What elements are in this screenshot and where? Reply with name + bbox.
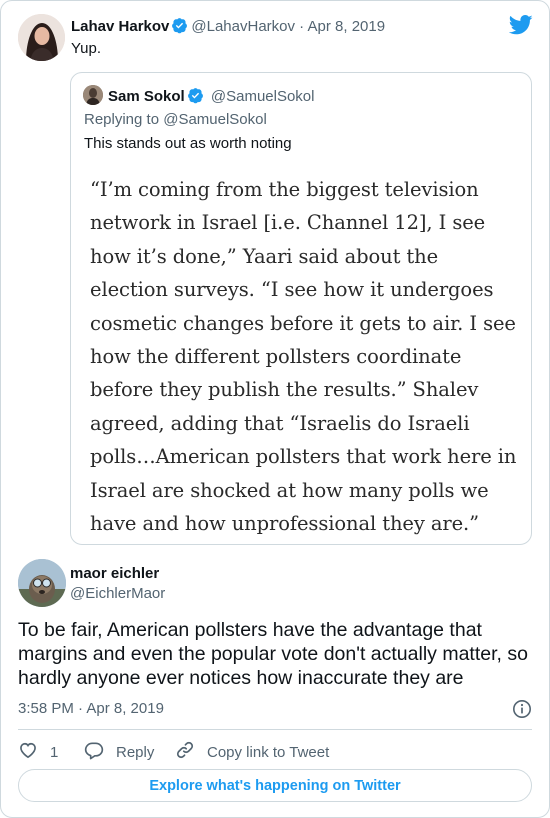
quoted-text-image[interactable]: “I’m coming from the biggest television … <box>72 163 530 543</box>
quoted-author-handle[interactable]: @SamuelSokol <box>211 88 315 105</box>
parent-tweet-text: Yup. <box>71 40 102 57</box>
embedded-tweet-card: Lahav Harkov @LahavHarkov · Apr 8, 2019 Y… <box>0 0 550 818</box>
reply-bubble-icon <box>84 740 116 764</box>
link-icon <box>175 740 207 764</box>
avatar-sam-sokol[interactable] <box>83 85 103 105</box>
quoted-tweet-header: Sam Sokol @SamuelSokol <box>108 87 314 108</box>
quoted-tweet-text: This stands out as worth noting <box>84 135 292 152</box>
author-name[interactable]: Lahav Harkov <box>71 18 169 35</box>
author-name[interactable]: maor eichler <box>70 565 159 582</box>
like-button[interactable]: 1 <box>18 740 58 764</box>
author-handle-date[interactable]: @LahavHarkov · Apr 8, 2019 <box>191 18 385 35</box>
verified-badge-icon <box>187 87 204 108</box>
explore-twitter-button[interactable]: Explore what's happening on Twitter <box>18 769 532 802</box>
reply-button[interactable]: Reply <box>84 740 154 764</box>
replying-to-label: Replying to @SamuelSokol <box>84 111 267 128</box>
parent-tweet-header: Lahav Harkov @LahavHarkov · Apr 8, 2019 <box>71 17 385 38</box>
tweet-text: To be fair, American pollsters have the … <box>18 619 528 689</box>
heart-icon <box>18 740 50 764</box>
reply-label: Reply <box>116 743 155 761</box>
twitter-bird-icon[interactable] <box>508 15 533 40</box>
copy-link-label: Copy link to Tweet <box>207 743 330 761</box>
info-icon[interactable] <box>512 699 532 724</box>
avatar-maor-eichler[interactable] <box>18 559 66 607</box>
quoted-author-name[interactable]: Sam Sokol <box>108 88 185 105</box>
tweet-timestamp[interactable]: 3:58 PM · Apr 8, 2019 <box>18 700 164 717</box>
divider <box>18 729 532 730</box>
quoted-image-text: “I’m coming from the biggest television … <box>90 178 517 536</box>
verified-badge-icon <box>171 17 188 38</box>
quoted-tweet[interactable]: Sam Sokol @SamuelSokol Replying to @Samu… <box>70 72 532 545</box>
like-count: 1 <box>50 743 59 761</box>
copy-link-button[interactable]: Copy link to Tweet <box>175 740 329 764</box>
author-handle[interactable]: @EichlerMaor <box>70 585 165 602</box>
avatar-lahav-harkov[interactable] <box>18 14 65 61</box>
